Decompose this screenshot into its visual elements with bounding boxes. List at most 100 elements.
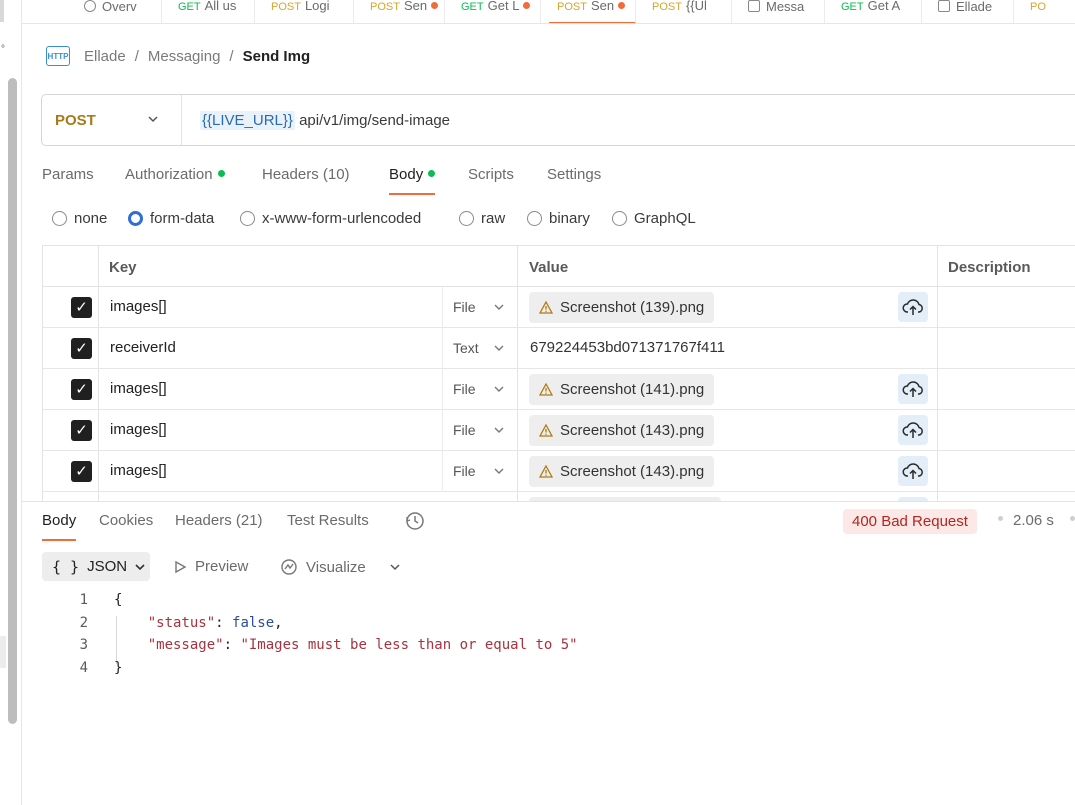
vertical-scrollbar[interactable] (8, 78, 17, 724)
table-row: ✓ images[] File Screenshot (143).png (42, 410, 1075, 451)
type-label: File (453, 381, 476, 397)
url-input[interactable]: {{LIVE_URL}} api/v1/img/send-image (182, 110, 450, 130)
file-name: Screenshot (141).png (560, 381, 705, 398)
visualize-icon (281, 559, 297, 575)
tab-authorization[interactable]: Authorization (125, 166, 225, 195)
row-checkbox[interactable]: ✓ (71, 379, 92, 400)
format-label: JSON (87, 558, 128, 575)
tab-method: POST (557, 1, 587, 13)
chevron-down-icon (494, 345, 504, 351)
radio-graphql[interactable]: GraphQL (612, 210, 696, 227)
type-label: File (453, 422, 476, 438)
radio-binary[interactable]: binary (527, 210, 590, 227)
top-tab[interactable]: GET All us (170, 0, 255, 23)
top-tab[interactable]: PO (1022, 0, 1075, 23)
tab-method: POST (370, 1, 400, 13)
top-tab[interactable]: Messa (740, 0, 825, 23)
row-key[interactable]: images[] (110, 421, 167, 438)
tab-label: Overv (102, 0, 137, 14)
method-select[interactable]: POST (42, 95, 182, 145)
collapsed-tab[interactable] (0, 0, 4, 22)
tab-body[interactable]: Body (389, 166, 436, 195)
upload-cloud-button[interactable] (898, 374, 928, 404)
type-select[interactable]: File (442, 287, 518, 328)
cloud-upload-icon (902, 422, 923, 438)
upload-cloud-button[interactable] (898, 456, 928, 486)
breadcrumb-item-workspace[interactable]: Ellade (84, 48, 126, 65)
top-tab[interactable]: POST Sen (549, 0, 636, 23)
status-badge[interactable]: 400 Bad Request (843, 509, 977, 534)
form-data-table: Key Value Description ✓ images[] File Scree… (42, 245, 1075, 501)
top-tab[interactable]: POST {{Ul (644, 0, 732, 23)
top-tab[interactable]: POST Logi (263, 0, 354, 23)
response-tab-headers[interactable]: Headers (21) (175, 512, 263, 541)
response-tab-test-results[interactable]: Test Results (287, 512, 369, 541)
format-select[interactable]: { } JSON (42, 552, 150, 581)
sidebar-handle[interactable] (0, 636, 6, 668)
row-checkbox[interactable]: ✓ (71, 461, 92, 482)
table-row: ✓ images[] File Screenshot (139).png (42, 287, 1075, 328)
chevron-down-icon (494, 304, 504, 310)
row-key[interactable]: images[] (110, 462, 167, 479)
row-checkbox[interactable]: ✓ (71, 297, 92, 318)
line-number: 4 (79, 659, 88, 676)
row-checkbox[interactable]: ✓ (71, 420, 92, 441)
row-value[interactable]: 679224453bd071371767f411 (530, 339, 725, 356)
tab-label: Get L (487, 0, 520, 13)
row-key[interactable]: images[] (110, 380, 167, 397)
upload-cloud-button[interactable] (898, 292, 928, 322)
type-select[interactable]: File (442, 451, 518, 492)
tab-settings[interactable]: Settings (547, 166, 601, 195)
row-key[interactable]: images[] (110, 298, 167, 315)
type-select[interactable]: Text (442, 328, 518, 369)
tab-method: POST (271, 1, 301, 13)
radio-urlencoded[interactable]: x-www-form-urlencoded (240, 210, 421, 227)
cloud-upload-icon (902, 299, 923, 315)
top-tab[interactable]: Overv (76, 0, 162, 23)
tab-scripts[interactable]: Scripts (468, 166, 514, 195)
code-line: "message": "Images must be less than or … (147, 637, 578, 654)
column-header-key: Key (109, 259, 137, 276)
file-name: Screenshot (139).png (560, 299, 705, 316)
chevron-down-icon (494, 468, 504, 474)
radio-raw[interactable]: raw (459, 210, 505, 227)
code-line: "status": false, (147, 614, 283, 631)
file-chip[interactable]: Screenshot (141).png (529, 374, 715, 405)
response-tab-body[interactable]: Body (42, 512, 77, 541)
response-tab-cookies[interactable]: Cookies (99, 512, 153, 541)
json-value: false (232, 614, 275, 631)
tab-strip: Overv GET All us POST Logi POST Sen GET Get L POS… (22, 0, 1075, 24)
upload-cloud-button[interactable] (898, 415, 928, 445)
top-tab[interactable]: Ellade (930, 0, 1014, 23)
radio-none[interactable]: none (52, 210, 107, 227)
tab-method: GET (461, 1, 484, 13)
separator-dot (998, 516, 1003, 521)
response-time[interactable]: 2.06 s (1013, 512, 1054, 529)
chevron-down-icon[interactable] (389, 561, 401, 573)
type-select[interactable]: File (442, 410, 518, 451)
type-label: Text (453, 340, 479, 356)
file-chip[interactable]: Screenshot (143).png (529, 456, 715, 487)
breadcrumb-item-folder[interactable]: Messaging (148, 48, 221, 65)
top-tab[interactable]: GET Get A (833, 0, 922, 23)
radio-form-data[interactable]: form-data (128, 210, 214, 227)
code-line: } (114, 659, 123, 676)
tab-headers[interactable]: Headers (10) (262, 166, 350, 195)
file-chip[interactable]: Screenshot (143).png (529, 415, 715, 446)
top-tab[interactable]: GET Get L (453, 0, 541, 23)
tab-method: POST (652, 1, 682, 13)
row-key[interactable]: receiverId (110, 339, 176, 356)
pane-divider[interactable] (22, 501, 1075, 502)
type-select[interactable]: File (442, 369, 518, 410)
row-checkbox[interactable]: ✓ (71, 338, 92, 359)
file-chip[interactable]: Screenshot (139).png (529, 292, 715, 323)
warning-icon (539, 424, 553, 437)
history-icon[interactable] (404, 510, 426, 532)
tab-label: Get A (867, 0, 901, 13)
unsaved-dot (523, 2, 531, 9)
visualize-button[interactable]: Visualize (280, 558, 366, 576)
breadcrumb-current-request[interactable]: Send Img (243, 48, 311, 65)
top-tab[interactable]: POST Sen (362, 0, 445, 23)
preview-button[interactable]: Preview (173, 558, 248, 575)
tab-params[interactable]: Params (42, 166, 94, 195)
